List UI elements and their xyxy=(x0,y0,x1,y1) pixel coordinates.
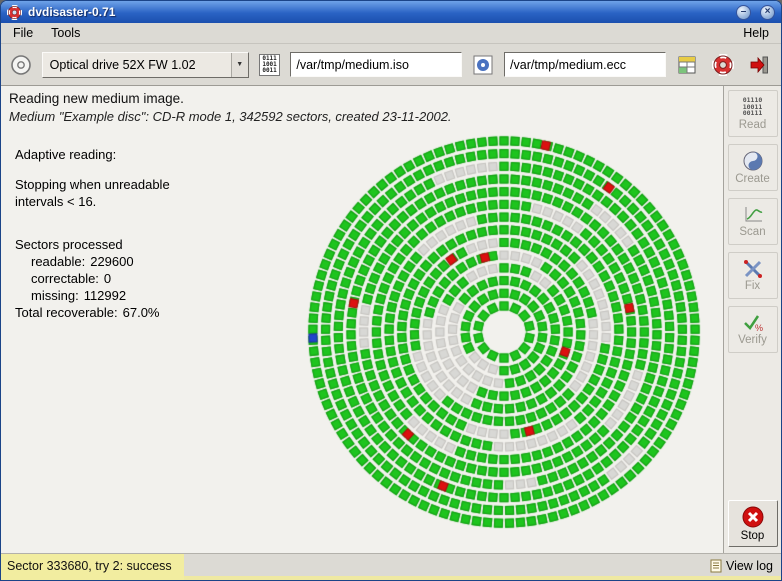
menubar: File Tools Help xyxy=(1,23,781,44)
view-log-label: View log xyxy=(725,558,773,573)
statusbar: Sector 333680, try 2: success View log xyxy=(1,553,781,580)
readable-value: 229600 xyxy=(90,254,134,269)
verify-button-label: Verify xyxy=(738,334,767,346)
total-recoverable-label: Total recoverable: xyxy=(15,305,118,320)
sectors-processed-title: Sectors processed xyxy=(15,237,123,252)
status-heading-line1: Reading new medium image. xyxy=(9,91,184,106)
scan-button[interactable]: Scan xyxy=(727,198,778,245)
preferences-icon xyxy=(678,56,696,73)
stop-button[interactable]: Stop xyxy=(727,500,778,547)
menu-help[interactable]: Help xyxy=(734,24,778,42)
quit-exit-icon xyxy=(750,56,769,73)
readable-label: readable: xyxy=(31,254,86,269)
toolbar-right-group xyxy=(673,51,775,79)
image-file-input[interactable] xyxy=(290,52,463,77)
view-log-button[interactable]: View log xyxy=(704,554,781,580)
read-binary-icon: 01110 10011 00111 xyxy=(741,96,765,118)
titlebar-button-close[interactable]: × xyxy=(760,4,775,20)
status-heading-line2: Medium "Example disc": CD-R mode 1, 3425… xyxy=(9,109,452,124)
window-body: Reading new medium image. Medium "Exampl… xyxy=(1,86,781,553)
action-sidebar: 01110 10011 00111 Read Create Scan Fix %… xyxy=(723,86,781,553)
optical-disc-icon xyxy=(11,54,31,75)
app-window: dvdisaster-0.71 – × File Tools Help Opti… xyxy=(0,0,782,581)
stop-button-label: Stop xyxy=(740,530,765,542)
window-title: dvdisaster-0.71 xyxy=(28,5,116,19)
sector-spiral xyxy=(304,132,704,532)
sectors-correctable-row: correctable: 0 xyxy=(15,270,170,287)
correctable-label: correctable: xyxy=(31,271,99,286)
status-heading: Reading new medium image. Medium "Exampl… xyxy=(1,86,723,128)
drive-select-combobox[interactable]: Optical drive 52X FW 1.02 ▼ xyxy=(41,51,249,78)
read-button[interactable]: 01110 10011 00111 Read xyxy=(727,90,778,137)
titlebar-button-minimize[interactable]: – xyxy=(736,4,751,20)
binary-row: 0011 xyxy=(262,66,277,74)
main-column: Reading new medium image. Medium "Exampl… xyxy=(1,86,723,553)
adaptive-reading-info: Adaptive reading: Stopping when unreadab… xyxy=(15,146,170,321)
total-recoverable-row: Total recoverable: 67.0% xyxy=(15,304,170,321)
lifebuoy-help-icon xyxy=(712,53,735,76)
adaptive-reading-title: Adaptive reading: xyxy=(15,147,117,162)
drive-select-button[interactable] xyxy=(7,51,35,79)
create-button-label: Create xyxy=(735,173,770,185)
yin-yang-create-icon xyxy=(743,151,762,171)
titlebar[interactable]: dvdisaster-0.71 – × xyxy=(1,1,781,23)
help-button[interactable] xyxy=(709,51,737,79)
stopping-line1: Stopping when unreadable xyxy=(15,177,170,192)
reading-content-area: Adaptive reading: Stopping when unreadab… xyxy=(1,128,723,553)
app-icon[interactable] xyxy=(7,4,22,20)
menu-file[interactable]: File xyxy=(4,24,42,42)
missing-value: 112992 xyxy=(83,288,127,303)
total-recoverable-value: 67.0% xyxy=(122,305,160,320)
menu-tools[interactable]: Tools xyxy=(42,24,89,42)
quit-button[interactable] xyxy=(745,51,773,79)
image-file-button[interactable]: 0111 1001 0011 xyxy=(256,51,284,79)
drive-select-value: Optical drive 52X FW 1.02 xyxy=(49,57,196,72)
preferences-button[interactable] xyxy=(673,51,701,79)
binary-image-icon: 0111 1001 0011 xyxy=(259,53,280,76)
chevron-down-icon[interactable]: ▼ xyxy=(230,52,248,77)
sectors-readable-row: readable: 229600 xyxy=(15,253,170,270)
verify-button[interactable]: % Verify xyxy=(727,306,778,353)
binary-row: 00111 xyxy=(742,109,763,118)
ecc-file-input[interactable] xyxy=(504,52,667,77)
correctable-value: 0 xyxy=(103,271,112,286)
fix-tools-icon xyxy=(743,260,762,278)
lifebuoy-logo-icon xyxy=(7,4,22,20)
svg-text:%: % xyxy=(755,323,763,333)
toolbar: Optical drive 52X FW 1.02 ▼ 0111 1001 00… xyxy=(1,44,781,86)
verify-check-icon: % xyxy=(743,315,763,333)
scan-chart-icon xyxy=(745,207,762,222)
fix-button-label: Fix xyxy=(744,280,761,292)
fix-button[interactable]: Fix xyxy=(727,252,778,299)
ecc-file-button[interactable] xyxy=(469,51,497,79)
create-button[interactable]: Create xyxy=(727,144,778,191)
scan-button-label: Scan xyxy=(739,226,766,238)
status-message: Sector 333680, try 2: success xyxy=(1,554,184,580)
sectors-missing-row: missing: 112992 xyxy=(15,287,170,304)
stopping-line2: intervals < 16. xyxy=(15,194,97,209)
log-page-icon xyxy=(710,559,722,572)
stop-icon xyxy=(742,506,763,528)
missing-label: missing: xyxy=(31,288,79,303)
ecc-file-icon xyxy=(473,55,493,74)
read-button-label: Read xyxy=(738,118,767,131)
